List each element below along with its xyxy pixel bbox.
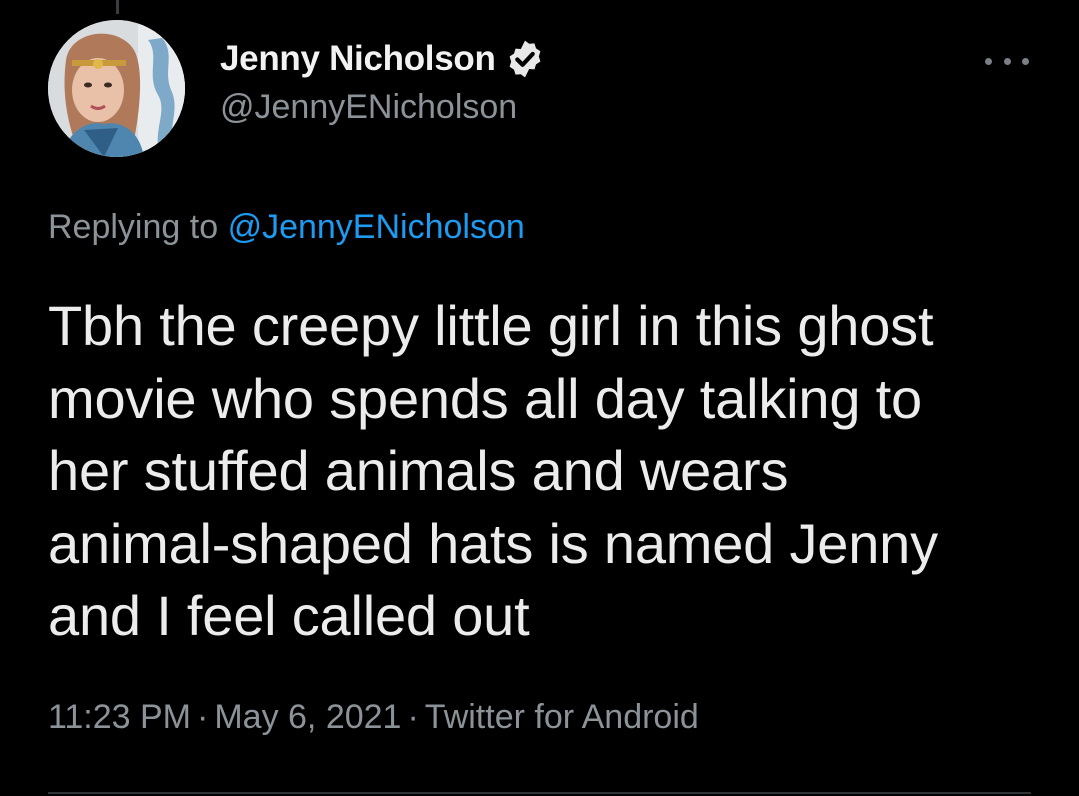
- tweet-text: Tbh the creepy little girl in this ghost…: [48, 290, 1048, 653]
- more-options-icon[interactable]: [985, 46, 1029, 76]
- tweet-time[interactable]: 11:23 PM: [48, 698, 191, 736]
- author-name-row[interactable]: Jenny Nicholson: [220, 38, 546, 80]
- tweet-date[interactable]: May 6, 2021: [214, 698, 401, 736]
- replying-to-prefix: Replying to: [48, 208, 219, 246]
- meta-separator: ·: [407, 698, 419, 736]
- avatar-photo: [48, 20, 185, 157]
- tweet-text-line: and I feel called out: [48, 584, 530, 647]
- author-handle[interactable]: @JennyENicholson: [220, 88, 517, 127]
- divider: [48, 792, 1031, 794]
- more-dot: [1003, 57, 1011, 65]
- tweet-metadata: 11:23 PM · May 6, 2021 · Twitter for Android: [48, 698, 699, 737]
- tweet-source[interactable]: Twitter for Android: [425, 698, 699, 736]
- verified-badge-icon: [504, 38, 546, 80]
- tweet-text-line: Tbh the creepy little girl in this ghost: [48, 294, 934, 357]
- thread-connector-line: [116, 0, 119, 14]
- replying-to-line: Replying to @JennyENicholson: [48, 208, 525, 247]
- more-dot: [1022, 57, 1029, 65]
- tweet-text-line: animal-shaped hats is named Jenny: [48, 511, 938, 575]
- replying-to-handle-link[interactable]: @JennyENicholson: [228, 208, 525, 246]
- tweet-text-line: her stuffed animals and wears: [48, 439, 789, 502]
- avatar[interactable]: [48, 20, 185, 157]
- meta-separator: ·: [197, 698, 209, 736]
- author-display-name[interactable]: Jenny Nicholson: [220, 39, 496, 79]
- more-dot: [985, 57, 992, 65]
- tweet-text-line: movie who spends all day talking to: [48, 366, 922, 430]
